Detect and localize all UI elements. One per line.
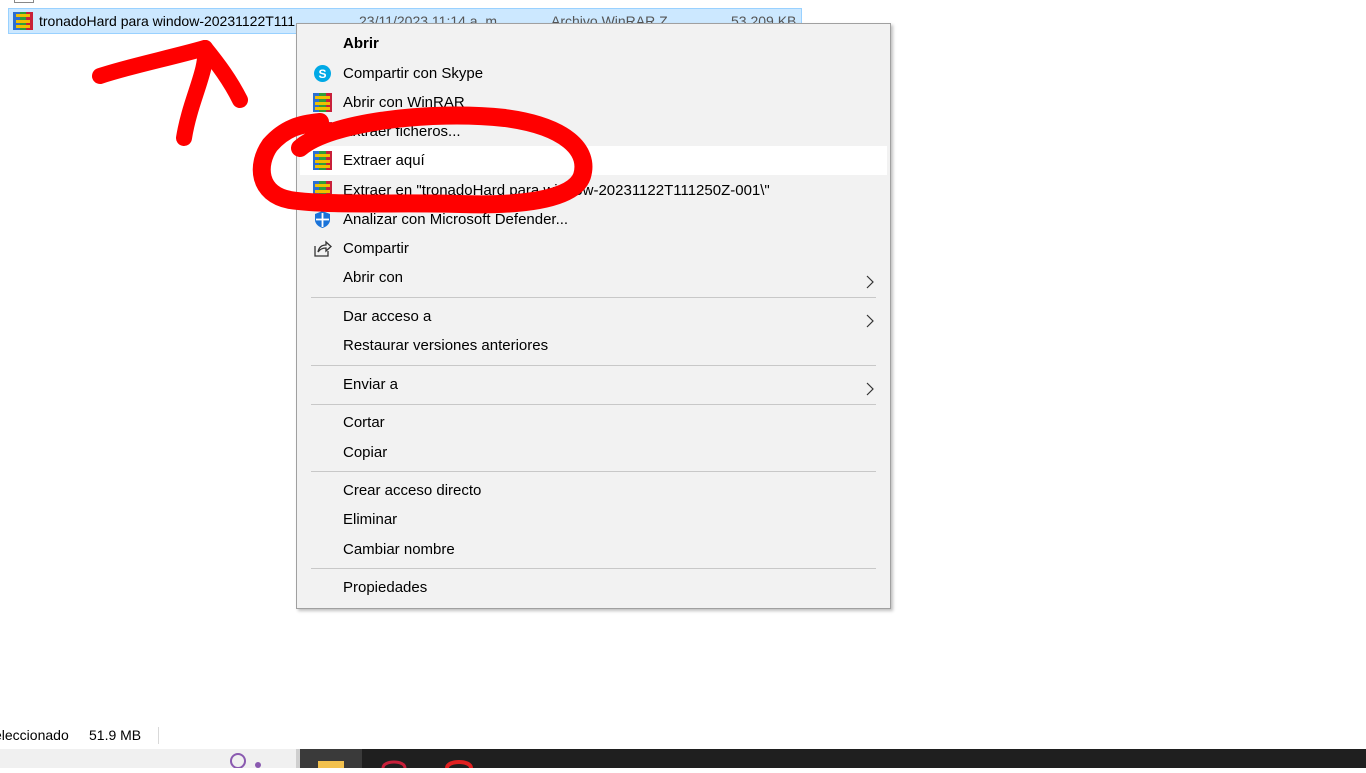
- menu-item-label: Abrir con: [343, 269, 404, 286]
- menu-item-label: Restaurar versiones anteriores: [343, 337, 549, 354]
- menu-item-propiedades[interactable]: Propiedades: [300, 573, 887, 602]
- share-icon: [313, 239, 332, 258]
- skype-icon: S: [313, 64, 332, 83]
- menu-item-label: Extraer ficheros...: [343, 123, 461, 140]
- winrar-icon: [313, 93, 332, 112]
- menu-item-label: Extraer aquí: [343, 152, 425, 169]
- previous-file-row[interactable]: [14, 0, 34, 3]
- menu-item-label: Extraer en "tronadoHard para window-2023…: [343, 182, 770, 199]
- menu-item-label: Compartir con Skype: [343, 65, 484, 82]
- status-divider: [158, 727, 159, 744]
- taskbar: [0, 749, 1366, 769]
- status-bar: eleccionado 51.9 MB: [0, 722, 1366, 749]
- menu-item-label: Cortar: [343, 414, 385, 431]
- menu-separator: [311, 471, 876, 472]
- status-selection-text: eleccionado: [0, 727, 69, 743]
- menu-item-enviar-a[interactable]: Enviar a: [300, 370, 887, 399]
- menu-item-label: Abrir con WinRAR: [343, 94, 465, 111]
- menu-item-analizar-defender[interactable]: Analizar con Microsoft Defender...: [300, 205, 887, 234]
- winrar-archive-icon: [13, 12, 33, 33]
- menu-item-compartir[interactable]: Compartir: [300, 234, 887, 263]
- menu-item-abrir[interactable]: Abrir: [300, 29, 887, 58]
- menu-item-label: Eliminar: [343, 511, 398, 528]
- chevron-right-icon: [866, 309, 874, 328]
- menu-item-label: Propiedades: [343, 579, 428, 596]
- menu-item-label: Abrir: [343, 35, 379, 52]
- context-menu: Abrir S Compartir con Skype Abrir con Wi…: [296, 23, 891, 609]
- menu-item-restaurar-versiones[interactable]: Restaurar versiones anteriores: [300, 331, 887, 360]
- menu-item-label: Analizar con Microsoft Defender...: [343, 211, 569, 228]
- menu-item-abrir-winrar[interactable]: Abrir con WinRAR: [300, 88, 887, 117]
- menu-separator: [311, 404, 876, 405]
- menu-item-dar-acceso[interactable]: Dar acceso a: [300, 302, 887, 331]
- defender-icon: [313, 210, 332, 229]
- menu-item-extraer-aqui[interactable]: Extraer aquí: [300, 146, 887, 175]
- chevron-right-icon: [866, 377, 874, 396]
- chevron-right-icon: [866, 270, 874, 289]
- tray-app-icon[interactable]: [210, 751, 270, 768]
- folder-icon: [318, 761, 344, 769]
- menu-item-label: Crear acceso directo: [343, 482, 482, 499]
- menu-item-abrir-con[interactable]: Abrir con: [300, 263, 887, 292]
- menu-item-label: Dar acceso a: [343, 308, 432, 325]
- winrar-icon: [313, 122, 332, 141]
- menu-item-label: Compartir: [343, 240, 409, 257]
- taskbar-app-icons[interactable]: [375, 757, 495, 768]
- taskbar-file-explorer-button[interactable]: [300, 749, 362, 769]
- menu-separator: [311, 568, 876, 569]
- menu-item-label: Enviar a: [343, 376, 399, 393]
- winrar-icon: [313, 181, 332, 200]
- svg-text:S: S: [318, 67, 326, 81]
- menu-item-label: Copiar: [343, 444, 388, 461]
- menu-item-cortar[interactable]: Cortar: [300, 408, 887, 437]
- menu-item-cambiar-nombre[interactable]: Cambiar nombre: [300, 535, 887, 564]
- menu-item-crear-acceso-directo[interactable]: Crear acceso directo: [300, 476, 887, 505]
- winrar-icon: [313, 151, 332, 170]
- menu-item-extraer-en[interactable]: Extraer en "tronadoHard para window-2023…: [300, 176, 887, 205]
- menu-separator: [311, 365, 876, 366]
- menu-separator: [311, 297, 876, 298]
- status-size-text: 51.9 MB: [89, 727, 142, 743]
- file-name: tronadoHard para window-20231122T111: [39, 13, 296, 29]
- menu-item-extraer-ficheros[interactable]: Extraer ficheros...: [300, 117, 887, 146]
- menu-item-eliminar[interactable]: Eliminar: [300, 505, 887, 534]
- menu-item-compartir-skype[interactable]: S Compartir con Skype: [300, 59, 887, 88]
- menu-item-label: Cambiar nombre: [343, 541, 455, 558]
- menu-item-copiar[interactable]: Copiar: [300, 438, 887, 467]
